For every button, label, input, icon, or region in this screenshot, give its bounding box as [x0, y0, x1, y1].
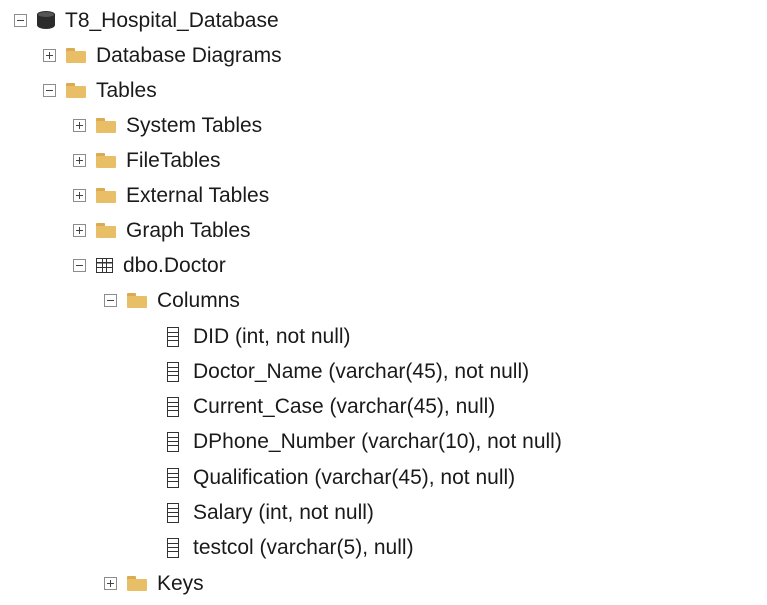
- folder-icon: [66, 83, 86, 98]
- tree-node-column[interactable]: testcol (varchar(5), null): [167, 530, 414, 565]
- tree-node-label: Qualification (varchar(45), not null): [193, 466, 516, 489]
- tree-node-database-diagrams[interactable]: Database Diagrams: [43, 38, 282, 73]
- column-icon: [167, 537, 179, 558]
- tree-node-column[interactable]: Doctor_Name (varchar(45), not null): [167, 354, 529, 389]
- tree-node-label: Doctor_Name (varchar(45), not null): [193, 360, 530, 383]
- tree-node-database[interactable]: T8_Hospital_Database: [14, 3, 279, 38]
- collapse-toggle[interactable]: [73, 259, 86, 272]
- database-icon: [37, 10, 55, 31]
- column-icon: [167, 502, 179, 523]
- tree-node-column[interactable]: Qualification (varchar(45), not null): [167, 460, 515, 495]
- tree-node-label: dbo.Doctor: [123, 254, 226, 277]
- folder-icon: [96, 188, 116, 203]
- tree-node-label: Salary (int, not null): [193, 501, 374, 524]
- column-icon: [167, 361, 179, 382]
- folder-icon: [127, 293, 147, 308]
- collapse-toggle[interactable]: [104, 294, 117, 307]
- folder-icon: [127, 576, 147, 591]
- tree-node-label: DPhone_Number (varchar(10), not null): [193, 430, 562, 453]
- folder-icon: [96, 223, 116, 238]
- tree-node-column[interactable]: Current_Case (varchar(45), null): [167, 389, 495, 424]
- tree-node-label: Tables: [96, 79, 157, 102]
- tree-node-dbo-doctor[interactable]: dbo.Doctor: [73, 248, 226, 283]
- object-explorer-tree: T8_Hospital_Database Database Diagrams T…: [0, 0, 767, 605]
- tree-node-column[interactable]: DPhone_Number (varchar(10), not null): [167, 424, 562, 459]
- tree-node-keys[interactable]: Keys: [104, 566, 204, 601]
- tree-node-label: DID (int, not null): [193, 325, 351, 348]
- tree-node-label: Database Diagrams: [96, 44, 282, 67]
- column-icon: [167, 326, 179, 347]
- tree-node-column[interactable]: Salary (int, not null): [167, 495, 374, 530]
- table-icon: [96, 258, 113, 273]
- tree-node-label: testcol (varchar(5), null): [193, 536, 414, 559]
- folder-icon: [96, 118, 116, 133]
- column-icon: [167, 431, 179, 452]
- expand-toggle[interactable]: [73, 119, 86, 132]
- tree-node-column[interactable]: DID (int, not null): [167, 319, 351, 354]
- tree-node-label: Keys: [157, 572, 204, 595]
- tree-node-label: External Tables: [126, 184, 270, 207]
- tree-node-label: Graph Tables: [126, 219, 251, 242]
- folder-icon: [66, 48, 86, 63]
- tree-node-label: T8_Hospital_Database: [65, 9, 279, 32]
- column-icon: [167, 396, 179, 417]
- tree-node-label: FileTables: [126, 149, 221, 172]
- column-icon: [167, 467, 179, 488]
- tree-node-tables[interactable]: Tables: [43, 73, 157, 108]
- folder-icon: [96, 153, 116, 168]
- expand-toggle[interactable]: [43, 49, 56, 62]
- expand-toggle[interactable]: [104, 577, 117, 590]
- collapse-toggle[interactable]: [14, 14, 27, 27]
- collapse-toggle[interactable]: [43, 84, 56, 97]
- expand-toggle[interactable]: [73, 154, 86, 167]
- tree-node-filetables[interactable]: FileTables: [73, 143, 221, 178]
- tree-node-graph-tables[interactable]: Graph Tables: [73, 213, 251, 248]
- tree-node-columns[interactable]: Columns: [104, 283, 240, 318]
- expand-toggle[interactable]: [73, 189, 86, 202]
- tree-node-system-tables[interactable]: System Tables: [73, 108, 262, 143]
- expand-toggle[interactable]: [73, 224, 86, 237]
- tree-node-external-tables[interactable]: External Tables: [73, 178, 269, 213]
- tree-node-label: Current_Case (varchar(45), null): [193, 395, 496, 418]
- tree-node-label: Columns: [157, 289, 240, 312]
- tree-node-label: System Tables: [126, 114, 263, 137]
